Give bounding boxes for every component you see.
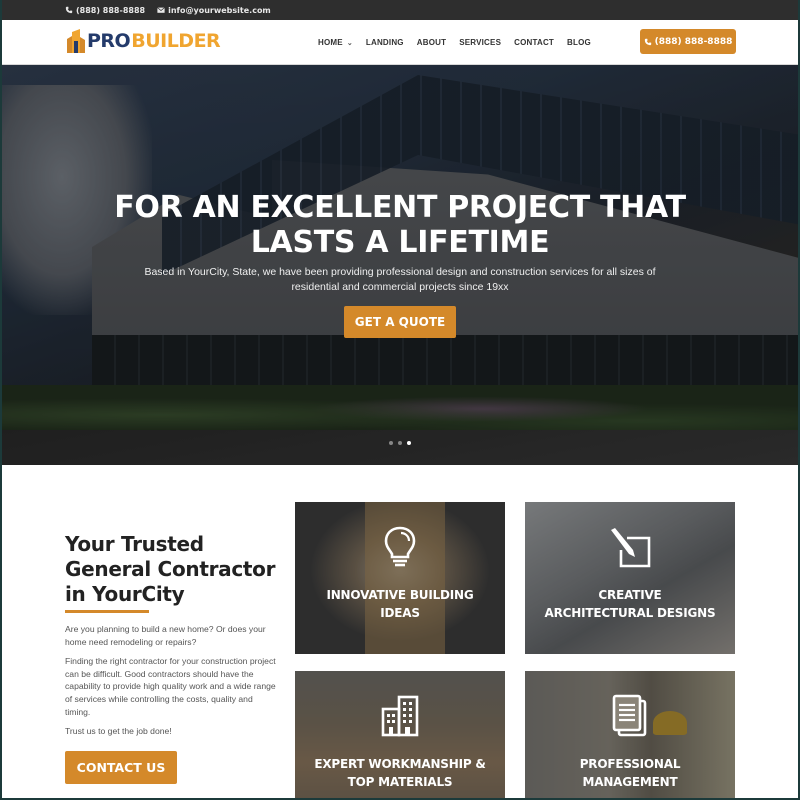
nav-blog[interactable]: BLOG (567, 38, 591, 47)
service-card-label-line1: CREATIVE (598, 588, 662, 602)
about-paragraph-3: Trust us to get the job done! (65, 726, 172, 737)
service-card-innovative-ideas[interactable]: INNOVATIVE BUILDING IDEAS (295, 502, 505, 654)
hero-title-line2: LASTS A LIFETIME (250, 225, 550, 260)
slider-dots (389, 441, 411, 445)
service-card-expert-workmanship[interactable]: EXPERT WORKMANSHIP & TOP MATERIALS (295, 671, 505, 798)
service-card-overlay (525, 502, 735, 654)
logo-text-pro: PRO (87, 30, 131, 52)
contact-us-button[interactable]: CONTACT US (65, 751, 177, 784)
about-title-line1: Your Trusted (65, 532, 204, 556)
service-card-label-line2: MANAGEMENT (582, 775, 678, 789)
service-card-label: PROFESSIONAL MANAGEMENT (525, 755, 735, 791)
service-card-architectural-designs[interactable]: CREATIVE ARCHITECTURAL DESIGNS (525, 502, 735, 654)
logo-text-builder: BUILDER (131, 30, 221, 52)
topbar-email-text: info@yourwebsite.com (168, 5, 271, 15)
top-bar: (888) 888-8888 info@yourwebsite.com (2, 0, 798, 20)
pencil-square-icon (611, 528, 651, 568)
service-card-label-line1: INNOVATIVE BUILDING (326, 588, 474, 602)
service-card-label-line2: TOP MATERIALS (347, 775, 453, 789)
nav-home-label: HOME (318, 38, 343, 47)
nav-landing[interactable]: LANDING (366, 38, 404, 47)
nav-contact[interactable]: CONTACT (514, 38, 554, 47)
logo[interactable]: PRO BUILDER (66, 29, 221, 53)
about-text: Are you planning to build a new home? Or… (65, 623, 280, 745)
about-title: Your Trusted General Contractor in YourC… (65, 532, 285, 607)
slider-dot-2[interactable] (398, 441, 402, 445)
service-card-label-line1: PROFESSIONAL (579, 757, 681, 771)
service-card-label-line2: IDEAS (380, 606, 420, 620)
logo-building-icon (67, 29, 85, 53)
about-title-line2: General Contractor (65, 557, 276, 581)
service-card-label: INNOVATIVE BUILDING IDEAS (295, 586, 505, 622)
service-card-label: EXPERT WORKMANSHIP & TOP MATERIALS (295, 755, 505, 791)
hero-title: FOR AN EXCELLENT PROJECT THAT LASTS A LI… (2, 190, 798, 260)
about-title-line3: in YourCity (65, 582, 185, 606)
about-paragraph-1: Are you planning to build a new home? Or… (65, 624, 266, 647)
service-card-label: CREATIVE ARCHITECTURAL DESIGNS (525, 586, 735, 622)
envelope-icon (157, 7, 165, 13)
site-header: PRO BUILDER HOME ⌄ LANDING ABOUT SERVICES … (2, 20, 798, 65)
title-underline-divider (65, 610, 149, 613)
main-nav: HOME ⌄ LANDING ABOUT SERVICES CONTACT BLO… (318, 20, 591, 65)
service-card-professional-management[interactable]: PROFESSIONAL MANAGEMENT (525, 671, 735, 798)
phone-icon (65, 6, 73, 14)
topbar-phone-text: (888) 888-8888 (76, 5, 146, 15)
page: (888) 888-8888 info@yourwebsite.com PRO B… (2, 0, 798, 798)
topbar-email[interactable]: info@yourwebsite.com (157, 6, 271, 15)
nav-services[interactable]: SERVICES (459, 38, 501, 47)
nav-home[interactable]: HOME ⌄ (318, 38, 353, 47)
hero-content: FOR AN EXCELLENT PROJECT THAT LASTS A LI… (2, 65, 798, 465)
hero-subtitle: Based in YourCity, State, we have been p… (144, 266, 656, 293)
service-card-label-line1: EXPERT WORKMANSHIP & (314, 757, 486, 771)
about-paragraph-2: Finding the right contractor for your co… (65, 656, 276, 717)
service-card-label-line2: ARCHITECTURAL DESIGNS (544, 606, 716, 620)
header-phone-text: (888) 888-8888 (654, 36, 733, 47)
get-a-quote-button[interactable]: GET A QUOTE (344, 306, 456, 338)
nav-about[interactable]: ABOUT (417, 38, 446, 47)
phone-icon (644, 38, 651, 45)
lightbulb-icon (384, 526, 416, 567)
documents-icon (612, 694, 647, 737)
slider-dot-1[interactable] (389, 441, 393, 445)
topbar-phone[interactable]: (888) 888-8888 (65, 6, 145, 15)
header-phone-button[interactable]: (888) 888-8888 (640, 29, 736, 54)
about-section: Your Trusted General Contractor in YourC… (2, 465, 798, 798)
buildings-icon (381, 695, 419, 737)
hero-slider: FOR AN EXCELLENT PROJECT THAT LASTS A LI… (2, 65, 798, 465)
hero-title-line1: FOR AN EXCELLENT PROJECT THAT (114, 190, 686, 225)
slider-dot-3[interactable] (407, 441, 411, 445)
chevron-down-icon: ⌄ (346, 39, 353, 47)
